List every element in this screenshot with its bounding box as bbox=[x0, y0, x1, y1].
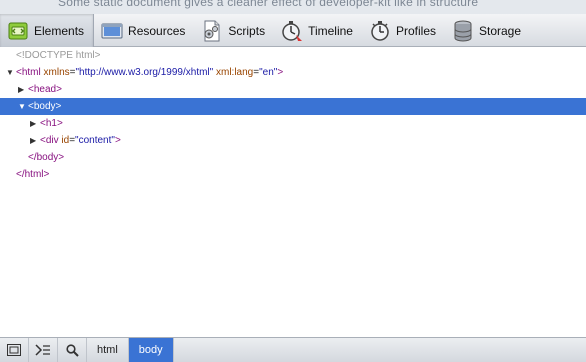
resources-icon bbox=[101, 20, 123, 42]
tab-storage[interactable]: Storage bbox=[445, 14, 530, 47]
attr-value: "en" bbox=[259, 67, 278, 78]
attr-name: xml:lang bbox=[215, 67, 254, 78]
toolbar: Elements Resources Scripts Timeline Prof… bbox=[0, 14, 586, 47]
console-icon bbox=[35, 344, 50, 356]
attr-value: "content" bbox=[75, 135, 115, 146]
collapsed-triangle-icon[interactable]: ▶ bbox=[30, 115, 40, 132]
elements-icon bbox=[7, 20, 29, 42]
tab-profiles[interactable]: Profiles bbox=[362, 14, 445, 47]
status-bar: html body bbox=[0, 337, 586, 362]
tab-label: Timeline bbox=[308, 23, 353, 38]
timeline-icon bbox=[281, 20, 303, 42]
attr-name: id bbox=[61, 135, 70, 146]
body-close-tag: </body> bbox=[28, 152, 65, 163]
expanded-triangle-icon[interactable]: ▼ bbox=[6, 64, 16, 81]
h1-tag: <h1> bbox=[40, 118, 63, 129]
tag-close-bracket: > bbox=[114, 135, 121, 146]
storage-icon bbox=[452, 20, 474, 42]
dock-icon bbox=[7, 344, 21, 356]
dom-head-row[interactable]: ▶ <head> bbox=[0, 81, 586, 98]
collapsed-triangle-icon[interactable]: ▶ bbox=[18, 81, 28, 98]
tab-label: Profiles bbox=[395, 23, 436, 38]
scripts-icon bbox=[201, 20, 223, 42]
expanded-triangle-icon[interactable]: ▼ bbox=[18, 98, 28, 115]
tab-label: Scripts bbox=[228, 23, 266, 38]
dom-body-close-row[interactable]: </body> bbox=[0, 149, 586, 166]
breadcrumb-body[interactable]: body bbox=[128, 338, 174, 362]
tab-label: Elements bbox=[34, 23, 85, 38]
doctype-text: <!DOCTYPE html> bbox=[16, 50, 101, 61]
tab-scripts[interactable]: Scripts bbox=[194, 14, 274, 47]
profiles-icon bbox=[369, 20, 391, 42]
dom-h1-row[interactable]: ▶ <h1> bbox=[0, 115, 586, 132]
tab-elements[interactable]: Elements bbox=[0, 14, 95, 47]
dom-body-row[interactable]: ▼ <body> bbox=[0, 98, 586, 115]
tag-close-bracket: > bbox=[277, 67, 284, 78]
dock-toggle-button[interactable] bbox=[0, 338, 29, 362]
tab-label: Resources bbox=[128, 23, 186, 38]
head-tag: <head> bbox=[28, 84, 62, 95]
body-tag: <body> bbox=[28, 101, 62, 112]
attr-name: xmlns bbox=[43, 67, 70, 78]
tab-resources[interactable]: Resources bbox=[94, 14, 194, 47]
html-tag-open: <html bbox=[16, 67, 41, 78]
top-strip-text: Some static document gives a cleaner eff… bbox=[58, 0, 479, 9]
dom-html-row[interactable]: ▼ <html xmlns="http://www.w3.org/1999/xht… bbox=[0, 64, 586, 81]
search-button[interactable] bbox=[58, 338, 87, 362]
tab-label: Storage bbox=[479, 23, 522, 38]
dom-div-row[interactable]: ▶ <div id="content"> bbox=[0, 132, 586, 149]
dom-html-close-row[interactable]: </html> bbox=[0, 166, 586, 183]
console-button[interactable] bbox=[29, 338, 58, 362]
breadcrumb-html[interactable]: html bbox=[87, 338, 129, 362]
tab-timeline[interactable]: Timeline bbox=[274, 14, 362, 47]
search-icon bbox=[65, 343, 79, 357]
html-close-tag: </html> bbox=[16, 169, 50, 180]
top-strip: Some static document gives a cleaner eff… bbox=[0, 0, 586, 14]
attr-value: "http://www.w3.org/1999/xhtml" bbox=[75, 67, 214, 78]
div-tag-open: <div bbox=[40, 135, 59, 146]
collapsed-triangle-icon[interactable]: ▶ bbox=[30, 132, 40, 149]
dom-doctype-row[interactable]: <!DOCTYPE html> bbox=[0, 47, 586, 64]
dom-tree: <!DOCTYPE html> ▼ <html xmlns="http://www… bbox=[0, 47, 586, 337]
